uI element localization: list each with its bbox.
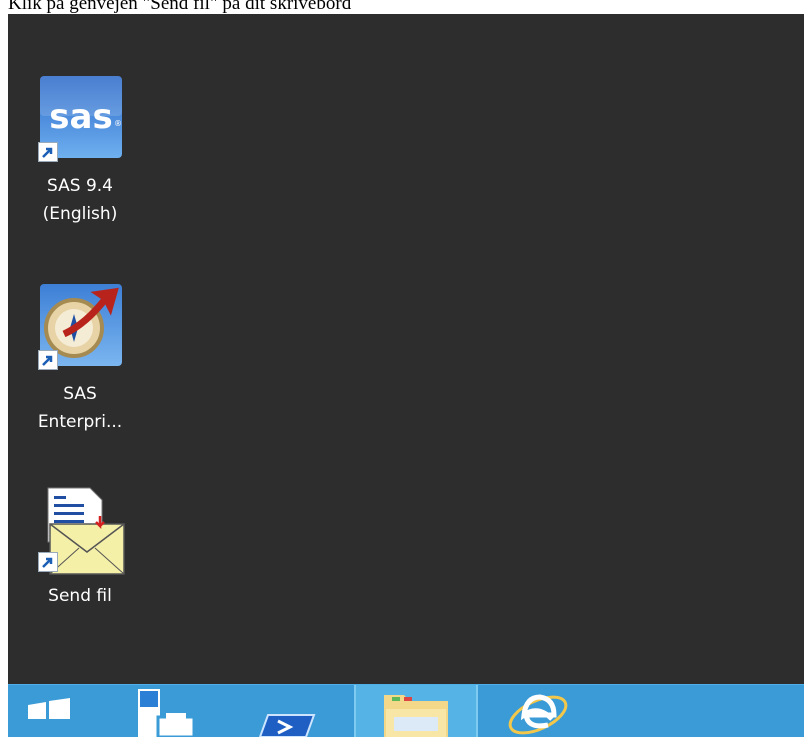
svg-text:®: ® [114,119,122,128]
taskbar [8,684,804,739]
windows-start-icon[interactable] [22,685,78,737]
powershell-icon[interactable] [248,685,318,738]
shortcut-arrow-icon [38,552,58,572]
desktop-icon-sas-enterprise[interactable]: SAS Enterpri... [30,284,130,436]
folder-icon[interactable] [354,685,478,737]
desktop-icon-send-fil[interactable]: Send fil [30,486,130,610]
send-file-envelope-icon [34,486,126,580]
svg-text:sas: sas [49,97,112,137]
desktop-icon-label: Send fil [48,586,112,606]
desktop[interactable]: sas ® SAS 9.4 (English) SAS Enterpri... … [8,14,804,684]
desktop-icon-label: SAS Enterpri... [37,384,123,432]
shortcut-arrow-icon [38,142,58,162]
shortcut-arrow-icon [38,350,58,370]
sas-logo-icon: sas ® [34,76,126,170]
server-manager-icon[interactable] [128,685,198,739]
sas-enterprise-guide-icon [34,284,126,378]
desktop-icon-label: SAS 9.4 (English) [42,176,118,224]
internet-explorer-icon[interactable] [478,685,598,737]
instruction-caption: Klik på genvejen "Send fil" på dit skriv… [8,0,352,14]
desktop-icon-sas94[interactable]: sas ® SAS 9.4 (English) [30,76,130,228]
